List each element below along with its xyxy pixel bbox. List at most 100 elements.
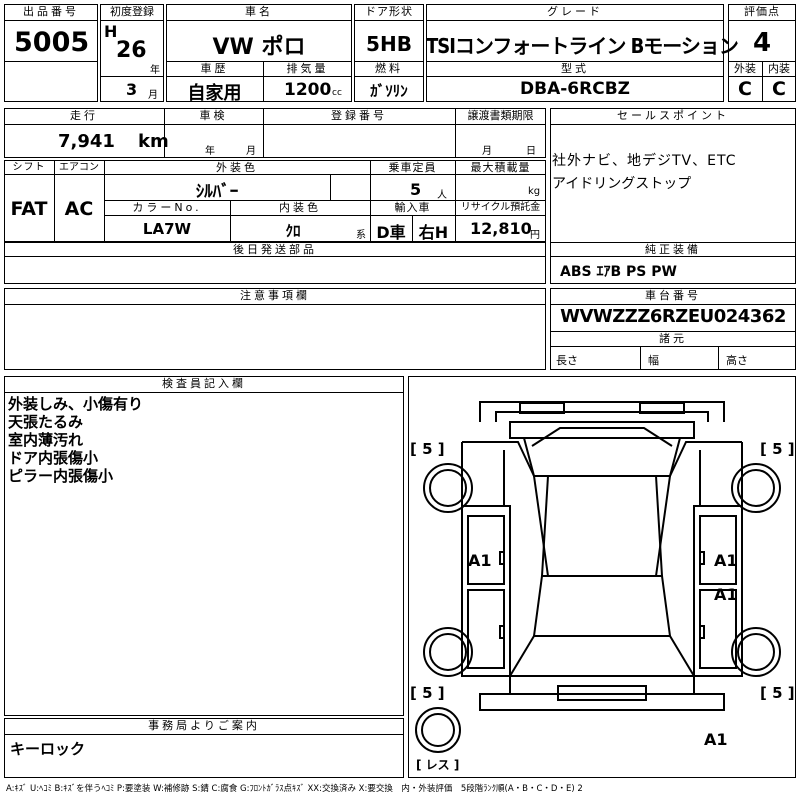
interior-grade-label: 内装 — [768, 62, 790, 75]
inspector-note: 室内薄汚れ — [8, 431, 84, 449]
transfer-month-unit: 月 — [482, 146, 492, 157]
registration-month: 3 — [126, 80, 138, 99]
import-label: 輸入車 — [394, 201, 431, 214]
divider — [550, 346, 796, 347]
inspector-note: ピラー内張傷小 — [8, 467, 114, 485]
recycle-unit: 円 — [530, 230, 540, 241]
divider — [4, 734, 404, 735]
ac-label: エアコン — [59, 162, 99, 173]
interior-color-label: 内装色 — [279, 201, 321, 214]
inspection-month-unit: 月 — [246, 146, 256, 157]
divider — [718, 346, 719, 370]
damage-mark-right-front-door: A1 — [714, 551, 738, 570]
tire-front-right: [ 5 ] — [760, 440, 795, 458]
divider — [330, 174, 331, 200]
divider — [4, 304, 546, 305]
inspector-note: 外装しみ、小傷有り — [8, 395, 144, 413]
tire-front-left: [ 5 ] — [410, 440, 445, 458]
later-parts-label: 後日発送部品 — [233, 243, 317, 256]
divider — [4, 20, 98, 21]
inspector-notes-label: 検査員記入欄 — [162, 377, 246, 390]
shift: FAT — [10, 198, 48, 220]
divider — [728, 20, 796, 21]
exterior-grade: C — [738, 78, 752, 100]
divider — [354, 76, 424, 77]
divider — [100, 20, 164, 21]
divider — [166, 76, 352, 77]
divider — [426, 76, 724, 77]
exterior-grade-label: 外装 — [734, 62, 756, 75]
office-note: キーロック — [10, 740, 86, 758]
score-label: 評価点 — [744, 5, 780, 18]
specs-label: 諸元 — [659, 332, 687, 345]
exterior-color: ｼﾙﾊﾞｰ — [195, 182, 239, 202]
mileage: 7,941 — [58, 131, 115, 152]
equipment-label: 純正装備 — [645, 243, 701, 256]
sales-points-cell — [550, 108, 796, 284]
interior-color: ｸﾛ — [285, 222, 301, 240]
model-label: 型式 — [561, 62, 589, 75]
divider — [100, 76, 164, 77]
divider — [640, 346, 641, 370]
legend: A:ｷｽﾞ U:ﾍｺﾐ B:ｷｽﾞを伴うﾍｺﾐ P:要塗装 W:補修跡 S:錆 … — [6, 784, 583, 794]
color-number-label: カラーNo. — [132, 201, 202, 214]
damage-mark-left-door: A1 — [468, 551, 492, 570]
divider — [550, 124, 796, 125]
mileage-unit: km — [138, 131, 169, 152]
tire-rear-left: [ 5 ] — [410, 684, 445, 702]
divider — [550, 304, 796, 305]
spare-tire-label: [ レス ] — [416, 758, 460, 772]
grade-label: グレード — [547, 5, 603, 18]
divider — [166, 20, 352, 21]
fuel: ｶﾞｿﾘﾝ — [370, 82, 408, 100]
lot-number: 5005 — [14, 27, 90, 58]
car-name: VW ポロ — [212, 35, 306, 60]
interior-grade: C — [772, 78, 786, 100]
recycle-fee: 12,810 — [470, 219, 532, 238]
door-type: 5HB — [366, 32, 412, 56]
sales-point: 社外ナビ、地デジTV、ETC — [552, 153, 737, 169]
displacement: 1200 — [284, 80, 332, 100]
sales-point: アイドリングストップ — [552, 176, 692, 192]
caution-label: 注意事項欄 — [240, 289, 310, 302]
transfer-day-unit: 日 — [526, 146, 536, 157]
first-registration-label: 初度登録 — [110, 5, 154, 18]
tire-rear-right: [ 5 ] — [760, 684, 795, 702]
height-label: 高さ — [726, 354, 748, 367]
chassis-label: 車台番号 — [645, 289, 701, 302]
month-unit: 月 — [148, 90, 158, 101]
divider — [4, 124, 546, 125]
capacity-label: 乗車定員 — [388, 161, 437, 174]
displacement-unit: cc — [332, 88, 342, 98]
lot-number-label: 出品番号 — [23, 5, 79, 18]
damage-mark-rear: A1 — [704, 730, 728, 749]
displacement-label: 排気量 — [286, 62, 329, 75]
model-code: DBA-6RCBZ — [520, 79, 630, 99]
max-load-unit: kg — [528, 186, 541, 197]
divider — [4, 61, 98, 62]
recycle-label: リサイクル預託金 — [460, 202, 541, 213]
fuel-label: 燃料 — [375, 62, 403, 75]
equipment: ABS ｴｱB PS PW — [560, 264, 677, 280]
grade: TSIコンフォートライン Bモーション — [426, 34, 739, 58]
ac: AC — [64, 198, 94, 220]
import-dealer: D車 — [376, 223, 406, 242]
capacity: 5 — [410, 180, 422, 199]
exterior-color-label: 外装色 — [216, 161, 258, 174]
interior-color-unit: 系 — [356, 230, 366, 241]
shift-label: シフト — [12, 162, 46, 173]
door-label: ドア形状 — [365, 5, 413, 18]
divider — [4, 392, 404, 393]
steering-side: 右H — [418, 223, 449, 242]
history: 自家用 — [187, 83, 242, 104]
color-number: LA7W — [142, 220, 192, 238]
chassis-number: WVWZZZ6RZEU024362 — [560, 306, 786, 327]
inspector-note: 天張たるみ — [8, 413, 84, 431]
width-label: 幅 — [648, 354, 659, 367]
divider — [104, 215, 546, 216]
transfer-deadline-label: 譲渡書類期限 — [467, 109, 534, 122]
mileage-label: 走行 — [70, 109, 98, 122]
history-label: 車歴 — [200, 62, 229, 75]
damage-mark-right-rear-door: A1 — [714, 585, 738, 604]
inspection-label: 車検 — [199, 109, 228, 122]
